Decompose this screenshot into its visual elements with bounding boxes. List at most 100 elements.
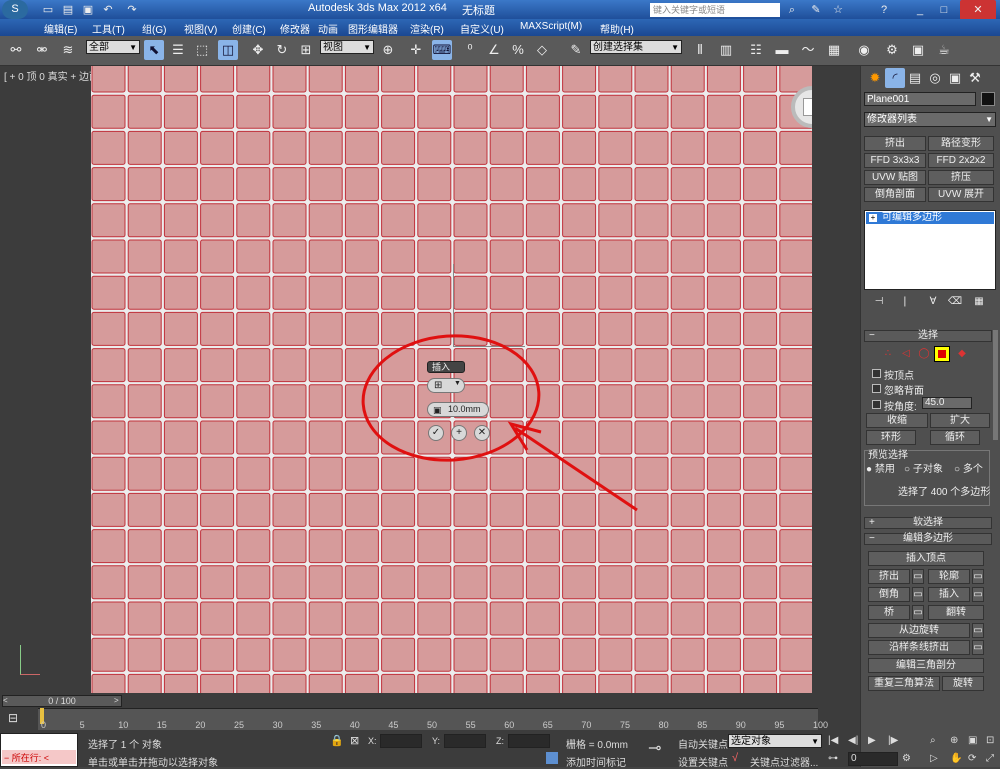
polygon-tile[interactable] (706, 601, 741, 636)
layer-manager-icon[interactable]: ☷ (746, 40, 766, 60)
polygon-tile[interactable] (344, 66, 379, 93)
polygon-tile[interactable] (381, 167, 416, 202)
polygon-tile[interactable] (381, 239, 416, 274)
polygon-tile[interactable] (91, 637, 126, 672)
window-crossing-icon[interactable]: ◫ (218, 40, 238, 60)
polygon-tile[interactable] (743, 167, 778, 202)
border-mode-icon[interactable]: ◯ (914, 344, 934, 364)
polygon-tile[interactable] (344, 565, 379, 600)
polygon-tile[interactable] (163, 492, 198, 527)
polygon-tile[interactable] (417, 529, 452, 564)
polygon-tile[interactable] (634, 673, 669, 693)
polygon-tile[interactable] (779, 348, 812, 383)
modify-tab-icon[interactable]: ◜ (885, 68, 905, 88)
polygon-tile[interactable] (598, 637, 633, 672)
polygon-tile[interactable] (598, 130, 633, 165)
polygon-tile[interactable] (706, 311, 741, 346)
polygon-tile[interactable] (743, 529, 778, 564)
polygon-tile[interactable] (562, 637, 597, 672)
close-icon[interactable]: ✕ (960, 0, 996, 20)
bevel-settings-button[interactable]: ▭ (912, 587, 924, 602)
y-coord-field[interactable] (444, 734, 486, 748)
polygon-tile[interactable] (200, 637, 235, 672)
save-file-icon[interactable]: ▣ (78, 0, 98, 20)
polygon-tile[interactable] (163, 420, 198, 455)
polygon-tile[interactable] (236, 420, 271, 455)
polygon-tile[interactable] (634, 348, 669, 383)
polygon-tile[interactable] (127, 601, 162, 636)
polygon-tile[interactable] (163, 239, 198, 274)
angle-spinner[interactable]: 45.0 (922, 397, 972, 409)
polygon-tile[interactable] (598, 311, 633, 346)
polygon-tile[interactable] (236, 275, 271, 310)
polygon-tile[interactable] (489, 348, 524, 383)
polygon-tile[interactable] (127, 420, 162, 455)
extrude-settings-button[interactable]: ▭ (912, 569, 924, 584)
polygon-tile[interactable] (200, 94, 235, 129)
menu-maxscript[interactable]: MAXScript(M) (520, 21, 582, 32)
polygon-tile[interactable] (779, 456, 812, 491)
polygon-tile[interactable] (598, 456, 633, 491)
scale-icon[interactable]: ⊞ (296, 40, 316, 60)
polygon-tile[interactable] (706, 275, 741, 310)
polygon-tile[interactable] (706, 239, 741, 274)
polygon-tile[interactable] (562, 130, 597, 165)
polygon-tile[interactable] (417, 492, 452, 527)
polygon-tile[interactable] (489, 275, 524, 310)
schematic-view-icon[interactable]: ▦ (824, 40, 844, 60)
polygon-tile[interactable] (779, 311, 812, 346)
grow-button[interactable]: 扩大 (930, 413, 990, 428)
inset-settings-button[interactable]: ▭ (972, 587, 984, 602)
viewport-top[interactable]: 插入 ⊞ ▼ ▣ 10.0mm ✓ + ✕ (91, 66, 812, 693)
reference-coord-dropdown[interactable]: 视图 (320, 40, 374, 55)
polygon-tile[interactable] (200, 673, 235, 693)
polygon-tile[interactable] (489, 94, 524, 129)
polygon-tile[interactable] (670, 456, 705, 491)
bevel-button[interactable]: 倒角 (868, 587, 910, 602)
polygon-tile[interactable] (489, 130, 524, 165)
bridge-button[interactable]: 桥 (868, 605, 910, 620)
polygon-tile[interactable] (634, 239, 669, 274)
polygon-tile[interactable] (417, 239, 452, 274)
polygon-tile[interactable] (743, 673, 778, 693)
polygon-tile[interactable] (670, 66, 705, 93)
polygon-tile[interactable] (308, 66, 343, 93)
material-editor-icon[interactable]: ◉ (854, 40, 874, 60)
element-mode-icon[interactable]: ◆ (952, 344, 972, 364)
polygon-tile[interactable] (453, 565, 488, 600)
polygon-tile[interactable] (163, 601, 198, 636)
command-panel-scrollbar[interactable] (993, 330, 998, 440)
polygon-tile[interactable] (598, 384, 633, 419)
polygon-tile[interactable] (670, 239, 705, 274)
link-icon[interactable]: ⚯ (6, 40, 26, 60)
polygon-tile[interactable] (200, 348, 235, 383)
polygon-tile[interactable] (525, 66, 560, 93)
extrude-spline-settings-button[interactable]: ▭ (972, 640, 984, 655)
polygon-tile[interactable] (381, 601, 416, 636)
object-color-swatch[interactable] (981, 92, 995, 106)
polygon-tile[interactable] (308, 529, 343, 564)
select-by-name-icon[interactable]: ☰ (168, 40, 188, 60)
polygon-tile[interactable] (598, 239, 633, 274)
show-end-result-icon[interactable]: ❘ (895, 292, 915, 312)
polygon-tile[interactable] (598, 492, 633, 527)
menu-create[interactable]: 创建(C) (232, 21, 266, 36)
turn-button[interactable]: 旋转 (942, 676, 984, 691)
polygon-tile[interactable] (381, 94, 416, 129)
modifier-btn-uvwunwrap[interactable]: UVW 展开 (928, 187, 994, 202)
next-frame-icon[interactable]: > (114, 696, 119, 705)
polygon-tile[interactable] (272, 66, 307, 93)
polygon-tile[interactable] (163, 311, 198, 346)
polygon-tile[interactable] (272, 637, 307, 672)
polygon-tile[interactable] (91, 94, 126, 129)
polygon-tile[interactable] (598, 348, 633, 383)
polygon-tile[interactable] (706, 66, 741, 93)
graphite-ribbon-icon[interactable]: ▬ (772, 40, 792, 60)
time-config-icon[interactable]: ⚙ (902, 753, 911, 764)
polygon-tile[interactable] (598, 94, 633, 129)
polygon-tile[interactable] (706, 637, 741, 672)
polygon-tile[interactable] (706, 167, 741, 202)
polygon-tile[interactable] (634, 601, 669, 636)
shrink-button[interactable]: 收缩 (866, 413, 928, 428)
flip-button[interactable]: 翻转 (928, 605, 984, 620)
